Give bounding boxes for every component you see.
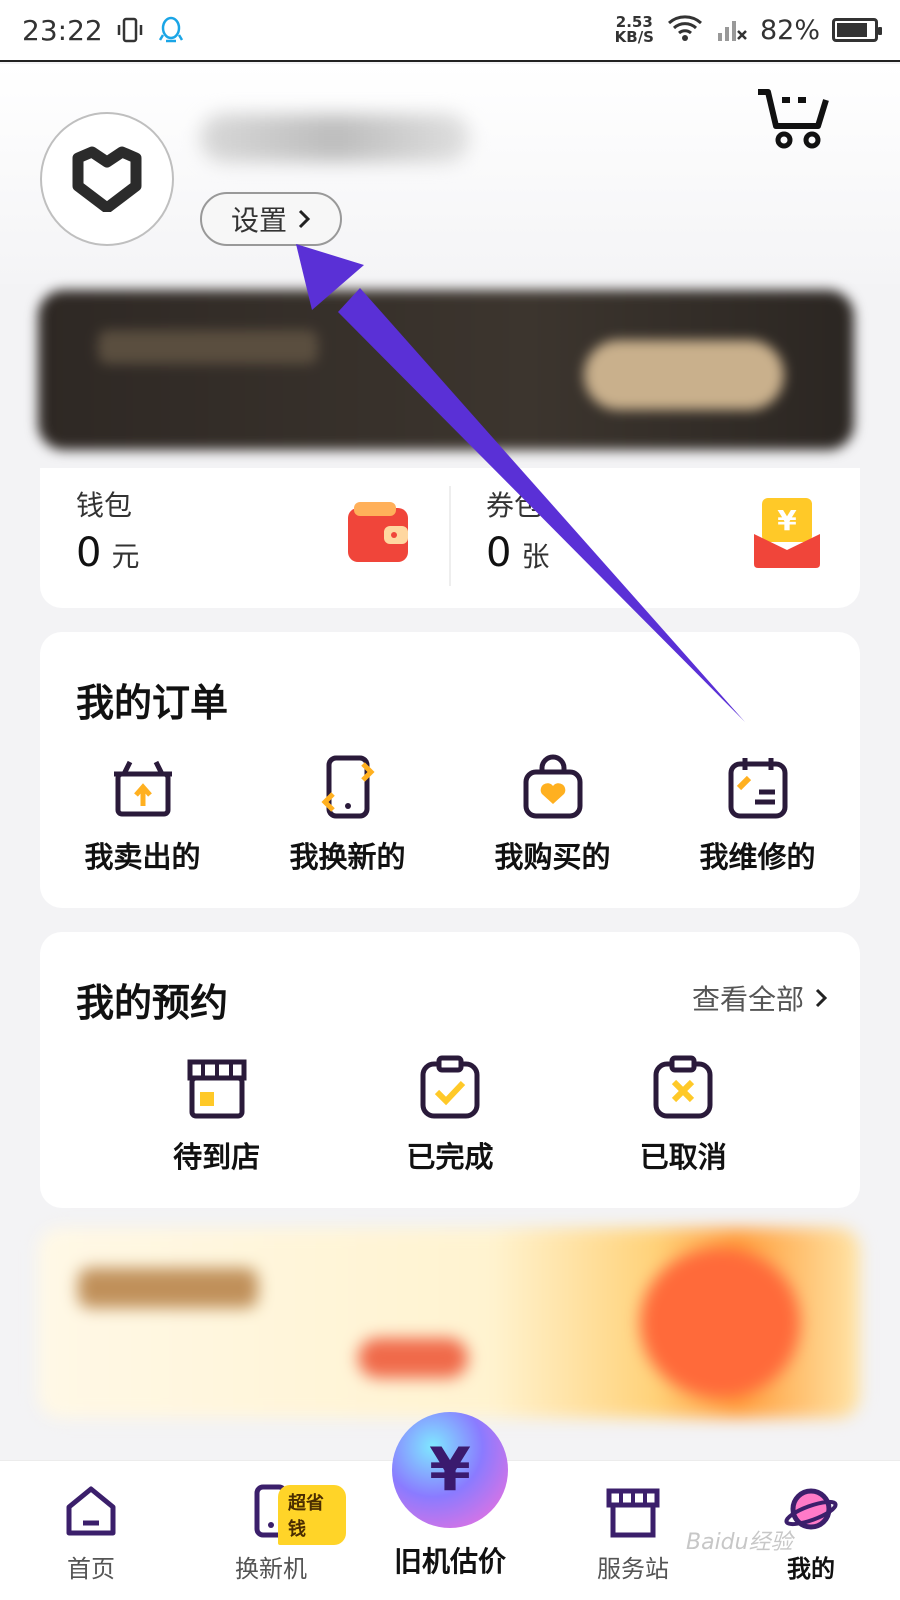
- qq-icon: [157, 15, 185, 45]
- network-speed: 2.53 KB/S: [614, 13, 654, 46]
- wallet-icon: [348, 502, 408, 562]
- wallet-coupon-card: 钱包 0 元 券包 0 张 ¥: [40, 468, 860, 608]
- order-item-bought[interactable]: 我购买的: [463, 754, 643, 876]
- battery-icon: [832, 18, 882, 42]
- orders-card: 我的订单 我卖出的 我换新的 我购买的 我维修的: [40, 632, 860, 908]
- nav-exchange-label: 换新机: [235, 1555, 307, 1583]
- sold-box-icon: [113, 760, 172, 817]
- orders-title: 我的订单: [76, 681, 229, 725]
- repair-icon: [728, 758, 787, 819]
- coupon-section[interactable]: 券包 0 张 ¥: [450, 468, 860, 608]
- watermark: Baidu经验: [686, 1530, 793, 1555]
- estimate-button[interactable]: ¥: [392, 1412, 508, 1528]
- coupon-icon: ¥: [754, 498, 820, 568]
- home-icon: [66, 1486, 116, 1536]
- coupon-value: 0: [486, 530, 512, 576]
- view-all-link[interactable]: 查看全部: [692, 978, 828, 1018]
- estimate-label: 旧机估价: [393, 1545, 506, 1578]
- nav-mine-label: 我的: [787, 1555, 835, 1583]
- signal-icon: [716, 13, 748, 47]
- chevron-right-icon: [298, 209, 311, 229]
- nav-home[interactable]: 首页: [16, 1483, 166, 1584]
- coupon-label: 券包: [486, 489, 543, 522]
- order-item-label: 我卖出的: [84, 840, 201, 874]
- store-icon: [606, 1488, 660, 1538]
- reservation-item-cancelled[interactable]: 已取消: [593, 1054, 773, 1176]
- order-item-repair[interactable]: 我维修的: [668, 754, 848, 876]
- nav-home-label: 首页: [67, 1555, 115, 1583]
- clipboard-check-icon: [420, 1055, 480, 1119]
- cart-icon[interactable]: [756, 86, 832, 150]
- wallet-value: 0: [76, 530, 102, 576]
- status-bar: 23:22 2.53 KB/S 82%: [0, 0, 900, 62]
- coupon-unit: 张: [521, 540, 550, 573]
- wallet-unit: 元: [111, 540, 140, 573]
- status-time: 23:22: [22, 13, 103, 47]
- reservations-title: 我的预约: [76, 981, 229, 1025]
- reservation-item-label: 待到店: [173, 1140, 261, 1174]
- chevron-right-icon: [815, 988, 828, 1008]
- profile-header: 设置: [0, 64, 900, 284]
- battery-percent: 82%: [759, 14, 820, 46]
- reservations-card: 我的预约 查看全部 待到店 已完成 已取消: [40, 932, 860, 1208]
- member-card-blurred[interactable]: [38, 290, 854, 450]
- wallet-section[interactable]: 钱包 0 元: [40, 468, 450, 608]
- reservation-item-pending[interactable]: 待到店: [127, 1054, 307, 1176]
- order-item-label: 我维修的: [699, 840, 816, 874]
- order-item-sold[interactable]: 我卖出的: [53, 754, 233, 876]
- view-all-label: 查看全部: [691, 983, 804, 1016]
- nav-station-label: 服务站: [597, 1555, 669, 1583]
- nav-exchange[interactable]: 换新机 超省钱: [196, 1483, 346, 1584]
- wallet-label: 钱包: [76, 489, 133, 522]
- shopping-bag-icon: [523, 754, 582, 819]
- savings-badge: 超省钱: [278, 1485, 346, 1545]
- promo-banner-blurred[interactable]: [38, 1228, 860, 1418]
- vibrate-icon: [115, 15, 145, 45]
- avatar[interactable]: [40, 112, 174, 246]
- app-logo-icon: [72, 146, 142, 212]
- store-icon: [187, 1059, 247, 1119]
- settings-label: 设置: [230, 204, 287, 237]
- settings-button[interactable]: 设置: [200, 192, 342, 246]
- svg-text:¥: ¥: [777, 504, 797, 537]
- clipboard-cancel-icon: [653, 1055, 713, 1119]
- order-item-label: 我换新的: [289, 840, 406, 874]
- username-blurred: [200, 114, 470, 162]
- reservation-item-completed[interactable]: 已完成: [360, 1054, 540, 1176]
- order-item-label: 我购买的: [494, 840, 611, 874]
- yen-icon: ¥: [429, 1435, 471, 1505]
- order-item-exchange[interactable]: 我换新的: [258, 754, 438, 876]
- reservation-item-label: 已完成: [406, 1140, 494, 1174]
- wifi-icon: [666, 13, 704, 47]
- reservation-item-label: 已取消: [639, 1140, 727, 1174]
- phone-exchange-icon: [320, 755, 375, 819]
